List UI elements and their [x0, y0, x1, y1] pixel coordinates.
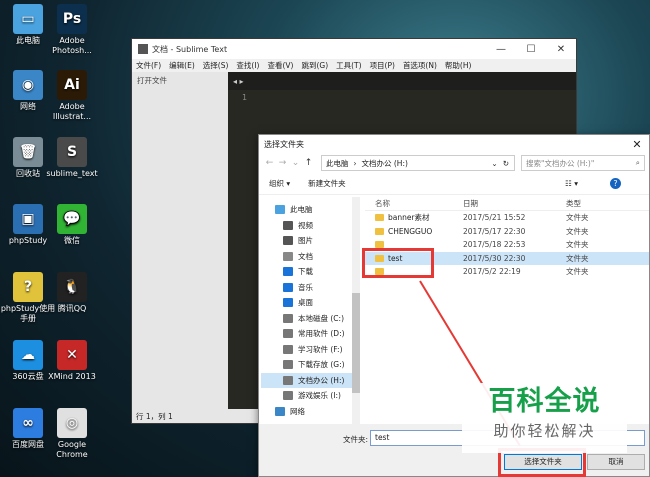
desktop: ▭ 此电脑 Ps Adobe Photosh... ◉ 网络 Ai Adobe Illustr…: [0, 0, 650, 477]
watermark-title: 百科全说: [488, 386, 601, 417]
watermark-subtitle: 助你轻松解决: [493, 422, 596, 440]
watermark: 百科全说 助你轻松解决: [462, 383, 627, 453]
